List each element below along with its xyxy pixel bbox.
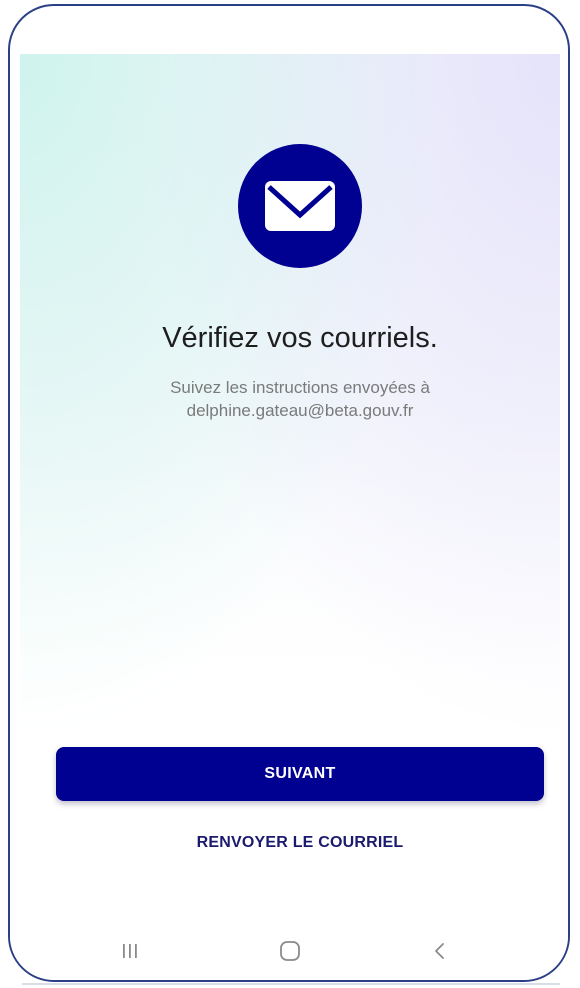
page-title: Vérifiez vos courriels. [162,322,438,354]
home-icon [280,941,300,961]
back-button[interactable] [418,934,462,968]
recent-apps-button[interactable] [108,934,152,968]
back-icon [435,943,444,959]
verify-email-screen: Vérifiez vos courriels. Suivez les instr… [20,54,560,934]
home-button[interactable] [268,934,312,968]
resend-email-link[interactable]: RENVOYER LE COURRIEL [20,834,568,852]
email-address: delphine.gateau@beta.gouv.fr [186,401,414,420]
instructions-text: Suivez les instructions envoyées à delph… [20,376,568,422]
system-nav-bar [10,930,568,980]
phone-frame: Vérifiez vos courriels. Suivez les instr… [8,4,570,982]
envelope-icon [265,181,335,231]
next-button[interactable]: SUIVANT [56,747,544,801]
bottom-divider [22,983,560,985]
instructions-line: Suivez les instructions envoyées à [170,378,430,397]
mail-badge [238,144,362,268]
recent-apps-icon [123,944,137,958]
